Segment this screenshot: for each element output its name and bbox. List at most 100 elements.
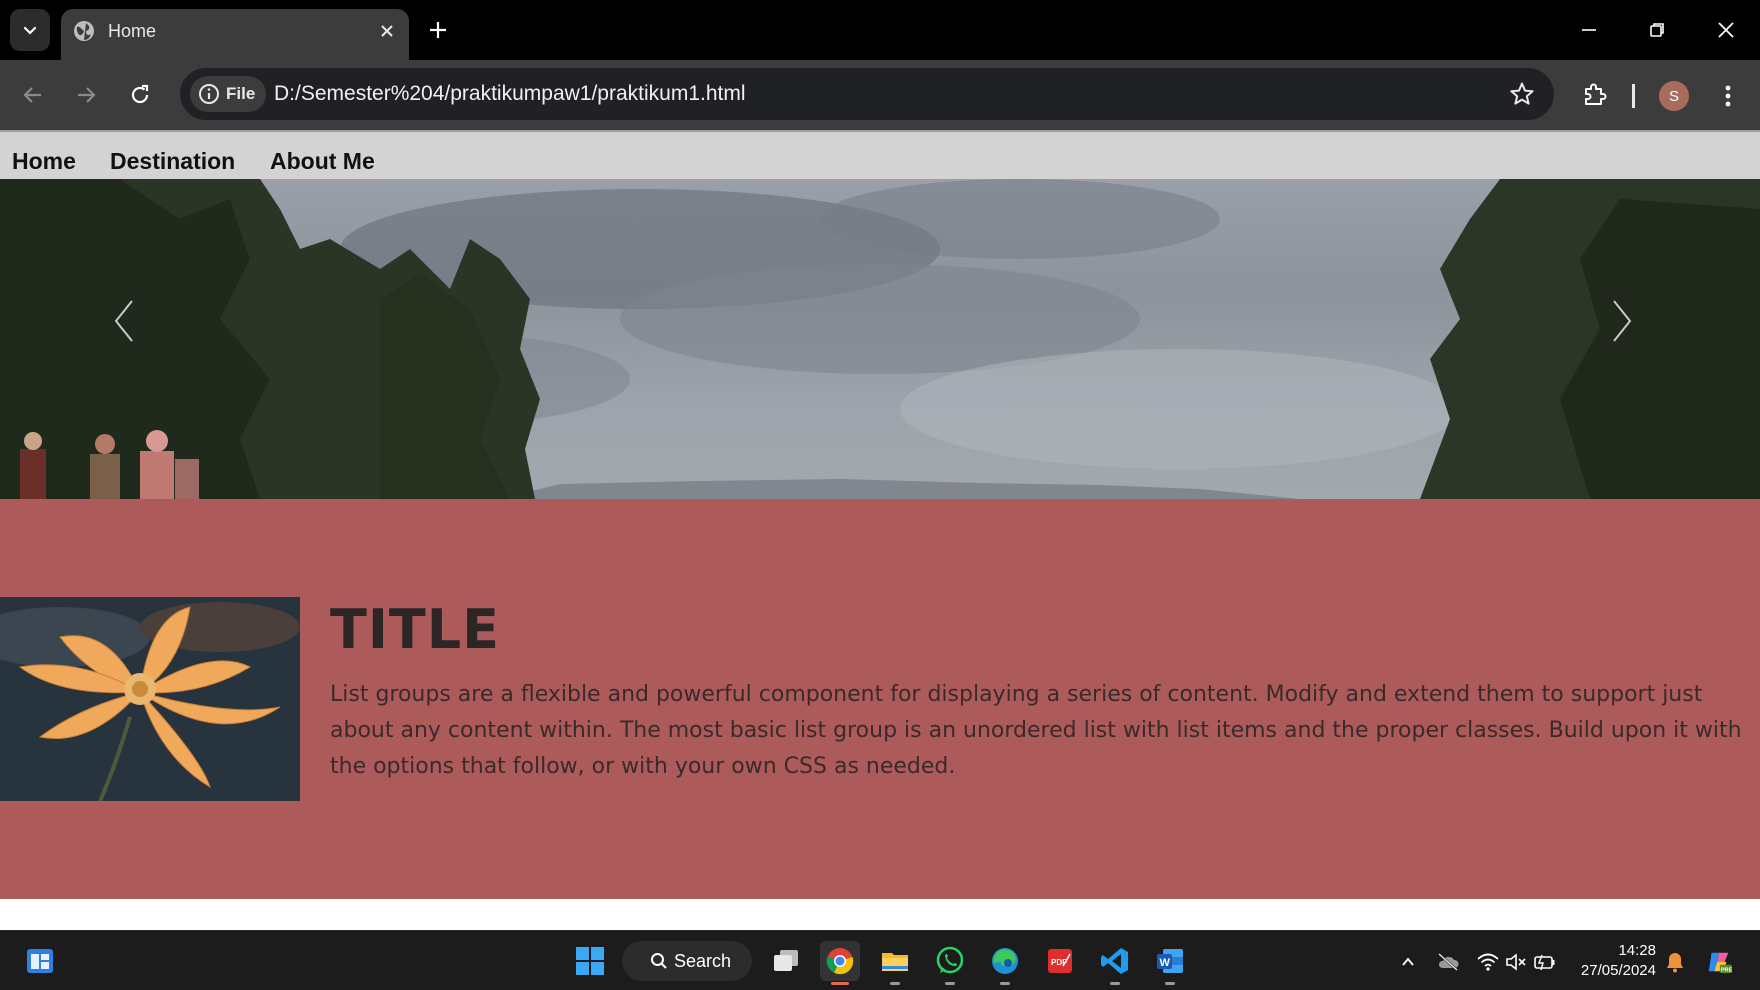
wifi-icon bbox=[1477, 953, 1499, 971]
browser-tab-bar: Home bbox=[0, 0, 1760, 60]
feature-title: TITLE bbox=[330, 598, 501, 661]
globe-icon bbox=[74, 21, 94, 41]
open-indicator bbox=[1165, 982, 1175, 985]
close-icon bbox=[1718, 22, 1734, 38]
copilot-icon: PRE bbox=[1708, 952, 1732, 973]
taskbar-search[interactable]: Search bbox=[622, 941, 752, 981]
volume-muted-icon bbox=[1506, 953, 1526, 971]
nav-link-home[interactable]: Home bbox=[12, 148, 76, 174]
open-indicator bbox=[890, 982, 900, 985]
taskbar-pdf-app[interactable]: PDF bbox=[1040, 941, 1080, 981]
browser-tab-home[interactable]: Home bbox=[61, 9, 409, 60]
feature-section: TITLE List groups are a flexible and pow… bbox=[0, 499, 1760, 899]
chevron-left-icon bbox=[114, 300, 133, 342]
windows-taskbar: Search PDF W 14:28 27/05/2024 PRE bbox=[0, 930, 1760, 990]
folder-icon bbox=[882, 953, 908, 971]
back-button[interactable] bbox=[14, 76, 52, 114]
start-button[interactable] bbox=[570, 941, 610, 981]
reload-button[interactable] bbox=[121, 76, 159, 114]
volume-tray-button[interactable] bbox=[1503, 949, 1529, 975]
chevron-right-icon bbox=[1613, 300, 1632, 342]
close-icon bbox=[381, 25, 393, 37]
taskbar-clock[interactable]: 14:28 27/05/2024 bbox=[1572, 941, 1656, 981]
battery-charging-icon bbox=[1534, 954, 1555, 971]
hero-landscape-image bbox=[0, 179, 1760, 499]
whatsapp-icon bbox=[936, 946, 964, 974]
bell-icon bbox=[1667, 953, 1683, 973]
taskbar-word[interactable]: W bbox=[1150, 941, 1190, 985]
address-bar[interactable]: File D:/Semester%204/praktikumpaw1/prakt… bbox=[180, 68, 1554, 120]
nav-link-destination[interactable]: Destination bbox=[110, 148, 235, 174]
bookmark-button[interactable] bbox=[1508, 80, 1536, 108]
info-icon bbox=[199, 84, 219, 104]
chevron-up-icon bbox=[1402, 957, 1414, 966]
site-navbar: Home Destination About Me bbox=[0, 130, 1760, 179]
taskbar-vscode[interactable] bbox=[1095, 941, 1135, 985]
taskbar-chrome[interactable] bbox=[820, 941, 860, 985]
carousel-prev-button[interactable] bbox=[112, 299, 152, 359]
taskbar-edge[interactable] bbox=[985, 941, 1025, 985]
carousel-next-button[interactable] bbox=[1610, 299, 1650, 359]
feature-description: List groups are a flexible and powerful … bbox=[330, 682, 1742, 779]
open-indicator bbox=[1110, 982, 1120, 985]
reload-icon bbox=[131, 84, 149, 104]
browser-menu-button[interactable] bbox=[1712, 78, 1744, 114]
search-label: Search bbox=[674, 950, 732, 971]
site-info-label: File bbox=[226, 84, 256, 103]
tab-search-button[interactable] bbox=[10, 9, 50, 51]
toolbar-divider bbox=[1632, 84, 1635, 108]
chrome-icon bbox=[826, 948, 854, 975]
notifications-button[interactable] bbox=[1662, 949, 1688, 975]
taskbar-whatsapp[interactable] bbox=[930, 941, 970, 985]
forward-button[interactable] bbox=[67, 76, 105, 114]
site-info-button[interactable]: File bbox=[190, 76, 266, 112]
edge-icon bbox=[992, 948, 1018, 974]
wifi-tray-button[interactable] bbox=[1475, 949, 1501, 975]
puzzle-icon bbox=[1585, 83, 1607, 105]
onedrive-tray-button[interactable] bbox=[1435, 949, 1461, 975]
star-icon bbox=[1510, 82, 1534, 105]
hero-carousel bbox=[0, 179, 1760, 499]
clock-time: 14:28 bbox=[1618, 942, 1656, 959]
taskbar-task-view[interactable] bbox=[766, 941, 806, 981]
taskbar-file-explorer[interactable] bbox=[875, 941, 915, 985]
open-indicator bbox=[1000, 982, 1010, 985]
minimize-button[interactable] bbox=[1571, 12, 1607, 48]
arrow-left-icon bbox=[23, 87, 41, 103]
task-view-icon bbox=[774, 950, 798, 971]
browser-toolbar: File D:/Semester%204/praktikumpaw1/prakt… bbox=[0, 60, 1760, 130]
web-page: Home Destination About Me TITLE List gro… bbox=[0, 130, 1760, 930]
restore-icon bbox=[1650, 23, 1664, 37]
url-text[interactable]: D:/Semester%204/praktikumpaw1/praktikum1… bbox=[274, 81, 746, 107]
show-hidden-icons-button[interactable] bbox=[1395, 949, 1421, 975]
restore-button[interactable] bbox=[1639, 12, 1675, 48]
svg-text:PRE: PRE bbox=[1721, 967, 1732, 973]
kebab-menu-icon bbox=[1725, 85, 1731, 107]
tab-title: Home bbox=[108, 21, 157, 41]
cloud-off-icon bbox=[1438, 953, 1459, 971]
profile-avatar[interactable]: S bbox=[1659, 81, 1689, 111]
pdf-icon: PDF bbox=[1048, 949, 1072, 973]
arrow-right-icon bbox=[78, 87, 96, 103]
chevron-down-icon bbox=[23, 26, 37, 35]
flower-illustration bbox=[0, 597, 300, 801]
widgets-icon bbox=[27, 949, 53, 973]
open-indicator bbox=[945, 982, 955, 985]
close-window-button[interactable] bbox=[1708, 12, 1744, 48]
copilot-button[interactable]: PRE bbox=[1706, 949, 1732, 975]
tab-close-button[interactable] bbox=[375, 19, 399, 43]
search-icon bbox=[651, 953, 667, 969]
extensions-button[interactable] bbox=[1577, 76, 1613, 112]
windows-logo-icon bbox=[576, 947, 604, 975]
nav-link-about-me[interactable]: About Me bbox=[270, 148, 375, 174]
battery-tray-button[interactable] bbox=[1532, 949, 1558, 975]
widgets-button[interactable] bbox=[20, 941, 60, 981]
active-indicator bbox=[831, 982, 849, 985]
plus-icon bbox=[430, 22, 446, 38]
minimize-icon bbox=[1582, 29, 1596, 31]
word-icon: W bbox=[1157, 949, 1183, 973]
vscode-icon bbox=[1101, 948, 1128, 974]
clock-date: 27/05/2024 bbox=[1580, 962, 1656, 979]
new-tab-button[interactable] bbox=[424, 16, 452, 44]
svg-text:W: W bbox=[1160, 957, 1171, 969]
